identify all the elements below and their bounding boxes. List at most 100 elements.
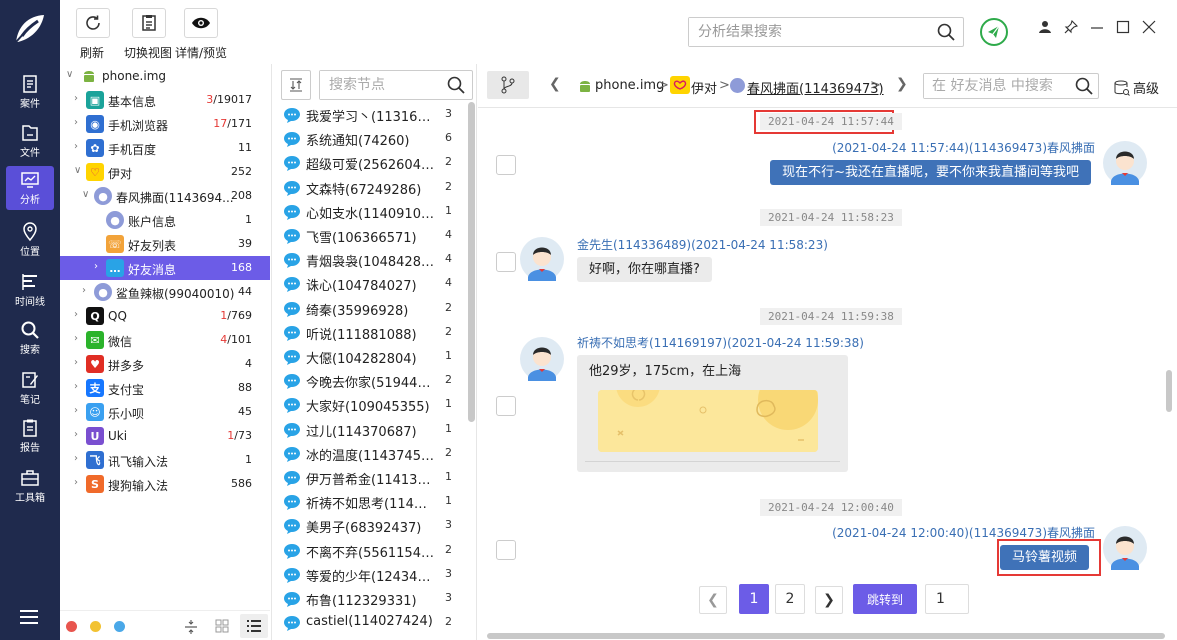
chevron-right-icon[interactable]: ❯: [896, 76, 908, 92]
nav-item-toolbox[interactable]: 工具箱: [6, 464, 54, 508]
chevron-right-icon[interactable]: ›: [74, 357, 84, 371]
node-search-input[interactable]: [320, 71, 438, 99]
chevron-left-icon[interactable]: ❮: [549, 76, 561, 92]
chevron-right-icon[interactable]: ›: [74, 453, 84, 467]
node-item[interactable]: 青烟袅袅(104842861) 4: [282, 247, 468, 271]
tree-item[interactable]: › Q QQ 1/769: [60, 304, 270, 328]
breadcrumb-item-account[interactable]: 春风拂面(114369473): [747, 78, 884, 97]
breadcrumb-item-phone[interactable]: phone.img: [595, 78, 664, 93]
chevron-right-icon[interactable]: ›: [74, 309, 84, 323]
chevron-right-icon[interactable]: ›: [74, 333, 84, 347]
message-checkbox[interactable]: [496, 540, 516, 560]
jump-to-button[interactable]: 跳转到: [853, 584, 918, 614]
tree-item[interactable]: › ◉ 手机浏览器 17/171: [60, 112, 270, 136]
chevron-right-icon[interactable]: ›: [74, 429, 84, 443]
chevron-down-icon[interactable]: ∨: [66, 69, 76, 83]
node-item[interactable]: 超级可爱(25626040) 2: [282, 150, 468, 174]
tree-item[interactable]: › ▣ 基本信息 3/19017: [60, 88, 270, 112]
message-search-input[interactable]: [924, 74, 1070, 98]
chevron-right-icon[interactable]: ›: [74, 141, 84, 155]
collapse-icon[interactable]: [184, 619, 198, 638]
chat-horizontal-scrollbar[interactable]: [487, 633, 1165, 639]
node-item[interactable]: 大僫(104282804) 1: [282, 344, 468, 368]
nav-item-report[interactable]: 报告: [6, 414, 54, 458]
chevron-right-icon[interactable]: ›: [74, 381, 84, 395]
node-item[interactable]: 美男子(68392437) 3: [282, 513, 468, 537]
nav-item-note[interactable]: 笔记: [6, 366, 54, 410]
analysis-search-input[interactable]: [689, 18, 919, 46]
chevron-down-icon[interactable]: ∨: [74, 165, 84, 179]
node-item[interactable]: 今晚去你家(519449... 2: [282, 368, 468, 392]
node-item[interactable]: 大家好(109045355) 1: [282, 392, 468, 416]
tree-item[interactable]: ∨ ● 春风拂面(1143694... 208: [60, 184, 270, 208]
tree-item[interactable]: › U Uki 1/73: [60, 424, 270, 448]
node-item[interactable]: 心如支水(114091012) 1: [282, 199, 468, 223]
nav-item-analysis[interactable]: 分析: [6, 166, 54, 210]
breadcrumb-item-app[interactable]: 伊对: [691, 78, 717, 97]
jump-page-input[interactable]: 1: [925, 584, 969, 614]
node-item[interactable]: 飞雪(106366571) 4: [282, 223, 468, 247]
menu-icon[interactable]: [20, 610, 38, 627]
search-icon[interactable]: [937, 23, 955, 41]
grid-view-icon[interactable]: [215, 619, 229, 636]
tree-item[interactable]: › 飞讯飞输入法 1: [60, 448, 270, 472]
node-item[interactable]: 绮秦(35996928) 2: [282, 296, 468, 320]
node-item[interactable]: 听说(111881088) 2: [282, 320, 468, 344]
maximize-icon[interactable]: [1116, 20, 1130, 37]
node-item[interactable]: 系统通知(74260) 6: [282, 126, 468, 150]
chat-vertical-scrollbar[interactable]: [1166, 370, 1172, 412]
chevron-right-icon[interactable]: ›: [74, 477, 84, 491]
refresh-button[interactable]: [76, 8, 110, 38]
nav-item-timeline[interactable]: 时间线: [6, 268, 54, 312]
branch-button[interactable]: [487, 71, 529, 99]
close-icon[interactable]: [1142, 20, 1156, 37]
switch-view-button[interactable]: [132, 8, 166, 38]
message-card[interactable]: 他29岁，175cm，在上海: [577, 355, 848, 472]
node-item[interactable]: 我爱学习丶(113165... 3: [282, 102, 468, 126]
page-button-1[interactable]: 1: [739, 584, 769, 614]
tree-item[interactable]: › ● 鲨鱼辣椒(99040010) 44: [60, 280, 270, 304]
node-list-scrollbar[interactable]: [468, 102, 475, 422]
minimize-icon[interactable]: [1090, 20, 1104, 37]
pin-icon[interactable]: [1064, 19, 1079, 37]
tree-item[interactable]: › S 搜狗输入法 586: [60, 472, 270, 496]
chevron-right-icon[interactable]: ›: [94, 261, 104, 275]
node-item[interactable]: 过儿(114370687) 1: [282, 417, 468, 441]
page-button-2[interactable]: 2: [775, 584, 805, 614]
node-item[interactable]: 冰的温度(114374527) 2: [282, 441, 468, 465]
node-item[interactable]: 伊万普希金(114139... 1: [282, 465, 468, 489]
node-item[interactable]: 诛心(104784027) 4: [282, 271, 468, 295]
message-bubble[interactable]: 现在不行~我还在直播呢，要不你来我直播间等我吧: [770, 160, 1091, 185]
prev-page-button[interactable]: ❮: [699, 586, 727, 614]
detail-preview-button[interactable]: [184, 8, 218, 38]
nav-item-search[interactable]: 搜索: [6, 316, 54, 360]
nav-item-case[interactable]: 案件: [6, 70, 54, 114]
chevron-right-icon[interactable]: ›: [74, 117, 84, 131]
sort-button[interactable]: [281, 70, 311, 100]
chevron-down-icon[interactable]: ∨: [82, 189, 92, 203]
tree-item[interactable]: › ☺ 乐小呗 45: [60, 400, 270, 424]
tree-item[interactable]: › ✉ 微信 4/101: [60, 328, 270, 352]
tree-item[interactable]: › ♥ 拼多多 4: [60, 352, 270, 376]
user-icon[interactable]: [1038, 20, 1052, 37]
tree-root[interactable]: ∨ phone.img: [60, 64, 270, 88]
message-checkbox[interactable]: [496, 396, 516, 416]
node-item[interactable]: castiel(114027424) 2: [282, 610, 468, 634]
tree-item[interactable]: ☏ 好友列表 39: [60, 232, 270, 256]
nav-item-location[interactable]: 位置: [6, 218, 54, 262]
nav-item-file[interactable]: 文件: [6, 119, 54, 163]
node-item[interactable]: 布鲁(112329331) 3: [282, 586, 468, 610]
message-bubble[interactable]: 好啊，你在哪直播?: [577, 257, 712, 282]
advanced-search-button[interactable]: 高级: [1114, 78, 1159, 97]
node-item[interactable]: 不离不弃(55611546) 2: [282, 538, 468, 562]
tree-item[interactable]: ● 账户信息 1: [60, 208, 270, 232]
search-icon[interactable]: [1075, 77, 1093, 95]
chevron-right-icon[interactable]: ›: [74, 405, 84, 419]
node-item[interactable]: 等爱的少年(124347... 3: [282, 562, 468, 586]
search-icon[interactable]: [447, 76, 465, 94]
tree-item[interactable]: › ✿ 手机百度 11: [60, 136, 270, 160]
node-item[interactable]: 祈祷不如思考(11416... 1: [282, 489, 468, 513]
node-item[interactable]: 文森特(67249286) 2: [282, 175, 468, 199]
tree-item[interactable]: ›… 好友消息 168: [60, 256, 270, 280]
message-bubble[interactable]: 马铃薯视频: [999, 545, 1089, 570]
